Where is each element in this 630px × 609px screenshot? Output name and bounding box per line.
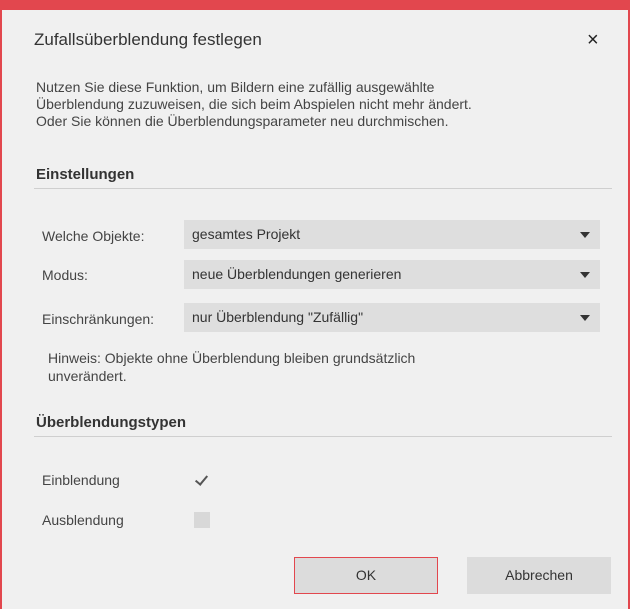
cancel-button[interactable]: Abbrechen bbox=[467, 557, 611, 594]
divider bbox=[34, 188, 612, 189]
types-heading: Überblendungstypen bbox=[36, 414, 187, 431]
fade-out-checkbox[interactable] bbox=[194, 512, 210, 528]
hint-line: Hinweis: Objekte ohne Überblendung bleib… bbox=[48, 350, 416, 366]
objects-select-value: gesamtes Projekt bbox=[192, 226, 301, 242]
objects-label: Welche Objekte: bbox=[42, 228, 145, 244]
checkmark-icon bbox=[194, 472, 209, 486]
restrictions-select-value: nur Überblendung "Zufällig" bbox=[192, 309, 364, 325]
dialog-title: Zufallsüberblendung festlegen bbox=[34, 30, 262, 49]
chevron-down-icon bbox=[580, 272, 590, 278]
ok-button[interactable]: OK bbox=[294, 557, 438, 594]
mode-label: Modus: bbox=[42, 267, 88, 283]
fade-in-label: Einblendung bbox=[42, 472, 120, 488]
restrictions-select[interactable]: nur Überblendung "Zufällig" bbox=[184, 303, 600, 332]
title-bar: Zufallsüberblendung festlegen × bbox=[2, 10, 630, 66]
mode-select[interactable]: neue Überblendungen generieren bbox=[184, 260, 600, 289]
mode-select-value: neue Überblendungen generieren bbox=[192, 266, 402, 282]
chevron-down-icon bbox=[580, 232, 590, 238]
settings-heading: Einstellungen bbox=[36, 166, 135, 183]
fade-out-label: Ausblendung bbox=[42, 512, 124, 528]
hint-text: Hinweis: Objekte ohne Überblendung bleib… bbox=[48, 349, 568, 385]
fade-in-checkbox[interactable] bbox=[194, 472, 210, 489]
hint-line: unverändert. bbox=[48, 368, 127, 384]
close-icon[interactable]: × bbox=[587, 30, 599, 50]
description-line: Oder Sie können die Überblendungsparamet… bbox=[36, 113, 449, 129]
dialog-window: Zufallsüberblendung festlegen × Nutzen S… bbox=[0, 0, 630, 609]
description-line: Überblendung zuzuweisen, die sich beim A… bbox=[36, 96, 472, 112]
chevron-down-icon bbox=[580, 315, 590, 321]
description-line: Nutzen Sie diese Funktion, um Bildern ei… bbox=[36, 79, 435, 95]
dialog-accent-bar bbox=[2, 0, 630, 10]
divider bbox=[34, 436, 612, 437]
objects-select[interactable]: gesamtes Projekt bbox=[184, 220, 600, 249]
description: Nutzen Sie diese Funktion, um Bildern ei… bbox=[36, 79, 596, 130]
restrictions-label: Einschränkungen: bbox=[42, 311, 155, 327]
